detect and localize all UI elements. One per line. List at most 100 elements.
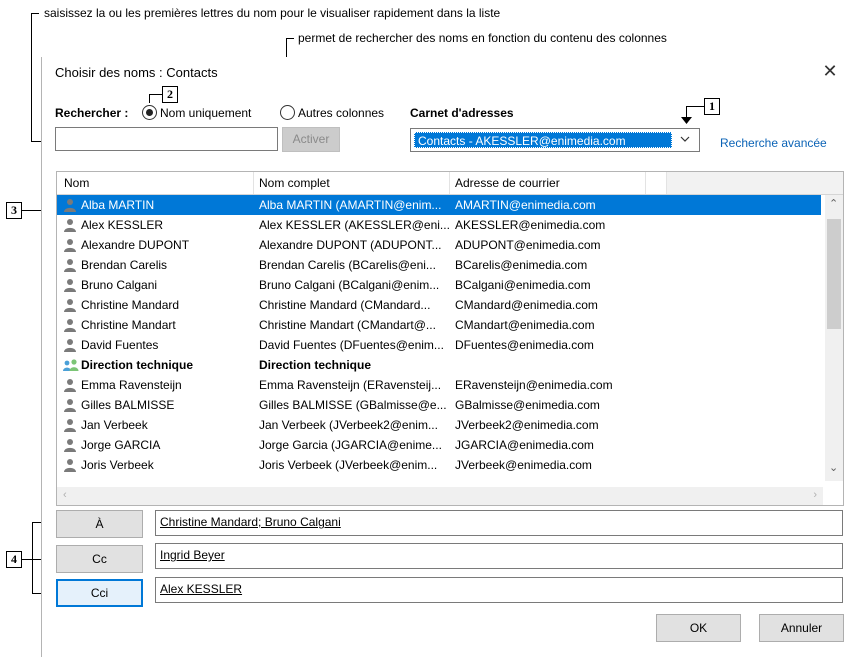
cell-email: JGARCIA@enimedia.com <box>455 438 594 452</box>
table-row[interactable]: Bruno Calgani Bruno Calgani (BCalgani@eni… <box>57 275 821 295</box>
annotation-line <box>31 13 32 141</box>
cell-full-name: Alba MARTIN (AMARTIN@enim... <box>259 198 442 212</box>
radio-name-only-label: Nom uniquement <box>160 106 252 120</box>
address-book-label: Carnet d'adresses <box>410 106 514 120</box>
table-row[interactable]: Gilles BALMISSE Gilles BALMISSE (GBalmiss… <box>57 395 821 415</box>
cell-full-name: Bruno Calgani (BCalgani@enim... <box>259 278 440 292</box>
column-header-full-name[interactable]: Nom complet <box>259 176 330 190</box>
scroll-up-icon[interactable]: ⌃ <box>829 197 838 210</box>
cell-email: AKESSLER@enimedia.com <box>455 218 606 232</box>
close-icon[interactable]: ✕ <box>819 60 841 82</box>
cell-full-name: Brendan Carelis (BCarelis@eni... <box>259 258 436 272</box>
callout-4: 4 <box>6 551 22 568</box>
activate-button[interactable]: Activer <box>282 127 340 152</box>
table-row[interactable]: Alexandre DUPONT Alexandre DUPONT (ADUPON… <box>57 235 821 255</box>
table-row[interactable]: Direction technique Direction technique <box>57 355 821 375</box>
scroll-down-icon[interactable]: ⌄ <box>829 461 838 474</box>
table-row[interactable]: Brendan Carelis Brendan Carelis (BCarelis… <box>57 255 821 275</box>
cell-name: Christine Mandard <box>81 298 180 312</box>
cell-full-name: Gilles BALMISSE (GBalmisse@e... <box>259 398 447 412</box>
bcc-field[interactable]: Alex KESSLER <box>155 577 843 603</box>
cc-field-value: Ingrid Beyer <box>160 548 225 562</box>
cell-email: CMandart@enimedia.com <box>455 318 595 332</box>
annotation-line <box>149 94 162 95</box>
annotation-line <box>32 522 33 594</box>
radio-other-columns[interactable] <box>280 105 295 120</box>
scroll-thumb[interactable] <box>827 219 841 329</box>
annotation-line <box>686 106 704 107</box>
cancel-button[interactable]: Annuler <box>759 614 844 642</box>
radio-other-columns-label: Autres colonnes <box>298 106 385 120</box>
annotation-line <box>149 94 150 103</box>
cell-full-name: Alex KESSLER (AKESSLER@eni... <box>259 218 450 232</box>
cell-email: BCalgani@enimedia.com <box>455 278 591 292</box>
address-book-select[interactable]: Contacts - AKESSLER@enimedia.com <box>410 128 700 152</box>
cell-full-name: Joris Verbeek (JVerbeek@enim... <box>259 458 438 472</box>
scroll-right-icon[interactable]: › <box>813 489 817 501</box>
cell-full-name: Alexandre DUPONT (ADUPONT... <box>259 238 442 252</box>
cell-email: ERavensteijn@enimedia.com <box>455 378 613 392</box>
advanced-search-link[interactable]: Recherche avancée <box>720 136 827 150</box>
cell-name: Joris Verbeek <box>81 458 154 472</box>
column-header-email[interactable]: Adresse de courrier <box>455 176 560 190</box>
cell-name: Brendan Carelis <box>81 258 168 272</box>
person-icon <box>63 298 77 312</box>
cc-button[interactable]: Cc <box>56 545 143 573</box>
address-book-selected: Contacts - AKESSLER@enimedia.com <box>418 134 626 148</box>
cell-email: BCarelis@enimedia.com <box>455 258 588 272</box>
person-icon <box>63 218 77 232</box>
chevron-down-icon <box>680 136 690 142</box>
table-row[interactable]: Christine Mandart Christine Mandart (CMan… <box>57 315 821 335</box>
cell-email: CMandard@enimedia.com <box>455 298 598 312</box>
ok-button[interactable]: OK <box>656 614 741 642</box>
cell-email: DFuentes@enimedia.com <box>455 338 594 352</box>
to-field[interactable]: Christine Mandard; Bruno Calgani <box>155 510 843 536</box>
cell-email: AMARTIN@enimedia.com <box>455 198 596 212</box>
cell-email: ADUPONT@enimedia.com <box>455 238 601 252</box>
cell-email: GBalmisse@enimedia.com <box>455 398 600 412</box>
annotation-line <box>22 559 32 560</box>
person-icon <box>63 438 77 452</box>
cell-full-name: Christine Mandard (CMandard... <box>259 298 431 312</box>
horizontal-scrollbar[interactable]: ‹ › <box>57 487 823 505</box>
cell-name: Alexandre DUPONT <box>81 238 190 252</box>
table-row[interactable]: David Fuentes David Fuentes (DFuentes@eni… <box>57 335 821 355</box>
person-icon <box>63 398 77 412</box>
names-list: Nom Nom complet Adresse de courrier Alba… <box>56 171 844 506</box>
to-field-value: Christine Mandard; Bruno Calgani <box>160 515 341 529</box>
arrow-down-icon <box>681 117 692 124</box>
cell-full-name: Emma Ravensteijn (ERavensteij... <box>259 378 442 392</box>
cell-email: JVerbeek@enimedia.com <box>455 458 592 472</box>
scroll-left-icon[interactable]: ‹ <box>63 489 67 501</box>
table-row[interactable]: Alba MARTIN Alba MARTIN (AMARTIN@enim... A… <box>57 195 821 215</box>
callout-1: 1 <box>704 98 720 115</box>
vertical-scrollbar[interactable]: ⌃ ⌄ <box>825 195 843 481</box>
annotation-line <box>286 38 294 39</box>
radio-name-only[interactable] <box>142 105 157 120</box>
callout-3: 3 <box>6 202 22 219</box>
person-icon <box>63 458 77 472</box>
search-label: Rechercher : <box>55 106 129 120</box>
search-input[interactable] <box>55 127 278 151</box>
cell-name: Bruno Calgani <box>81 278 158 292</box>
bcc-field-value: Alex KESSLER <box>160 582 243 596</box>
table-row[interactable]: Emma Ravensteijn Emma Ravensteijn (ERaven… <box>57 375 821 395</box>
person-icon <box>63 278 77 292</box>
cell-full-name: Christine Mandart (CMandart@... <box>259 318 436 332</box>
annotation-note-2: permet de rechercher des noms en fonctio… <box>298 31 667 45</box>
to-button[interactable]: À <box>56 510 143 538</box>
table-row[interactable]: Jorge GARCIA Jorge Garcia (JGARCIA@enime.… <box>57 435 821 455</box>
group-icon <box>63 358 79 372</box>
table-row[interactable]: Christine Mandard Christine Mandard (CMan… <box>57 295 821 315</box>
person-icon <box>63 238 77 252</box>
person-icon <box>63 418 77 432</box>
table-row[interactable]: Alex KESSLER Alex KESSLER (AKESSLER@eni..… <box>57 215 821 235</box>
column-header-name[interactable]: Nom <box>64 176 89 190</box>
cc-field[interactable]: Ingrid Beyer <box>155 543 843 569</box>
dialog-title: Choisir des noms : Contacts <box>55 65 218 80</box>
cell-name: Jorge GARCIA <box>81 438 161 452</box>
bcc-button[interactable]: Cci <box>56 579 143 607</box>
table-row[interactable]: Jan Verbeek Jan Verbeek (JVerbeek2@enim..… <box>57 415 821 435</box>
person-icon <box>63 318 77 332</box>
table-row[interactable]: Joris Verbeek Joris Verbeek (JVerbeek@eni… <box>57 455 821 475</box>
